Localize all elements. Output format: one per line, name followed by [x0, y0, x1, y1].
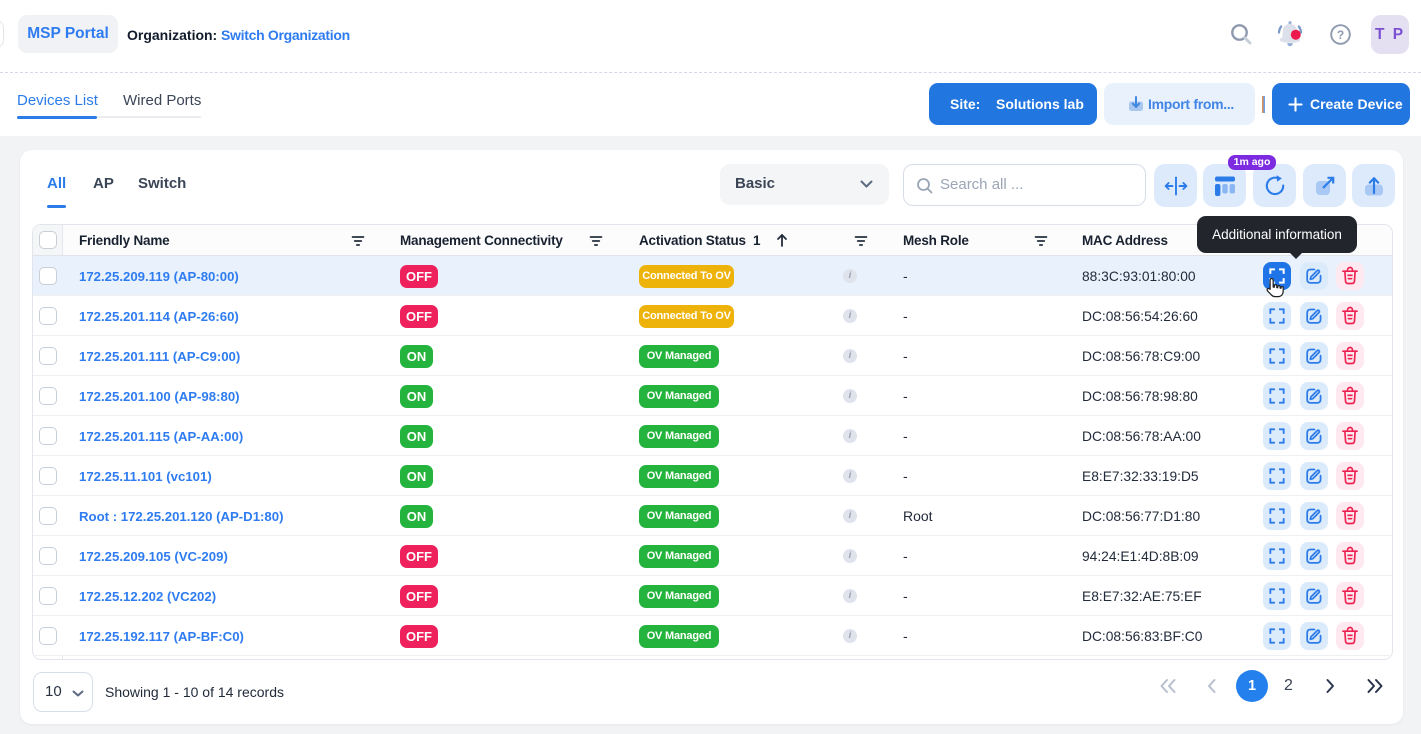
svg-text:?: ?	[1337, 28, 1344, 42]
